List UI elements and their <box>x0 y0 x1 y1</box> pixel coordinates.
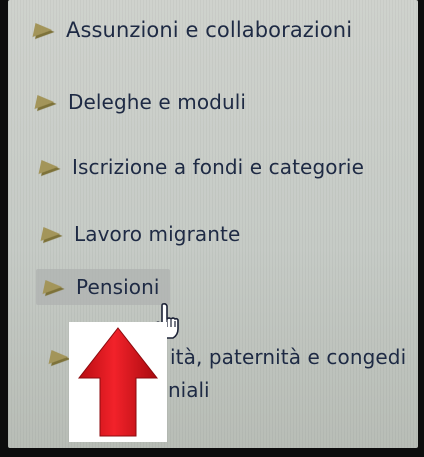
menu-item-label: ità, paternità e congedi <box>170 345 407 369</box>
menu-item-label: Assunzioni e collaborazioni <box>66 18 353 42</box>
screen: Assunzioni e collaborazioni Deleghe e mo… <box>8 0 418 448</box>
menu-item-label: Deleghe e moduli <box>68 90 247 114</box>
menu-item-deleghe[interactable]: Deleghe e moduli <box>36 90 246 114</box>
tag-icon <box>36 95 58 109</box>
menu-item-label-continuation: niali <box>168 378 210 402</box>
menu-item-assunzioni[interactable]: Assunzioni e collaborazioni <box>34 18 352 42</box>
highlight-overlay <box>69 322 167 442</box>
menu-item-pensioni[interactable]: Pensioni <box>36 269 170 305</box>
menu-item-label: Pensioni <box>76 275 160 299</box>
menu-item-label: Lavoro migrante <box>74 222 241 246</box>
menu-item-iscrizione[interactable]: Iscrizione a fondi e categorie <box>40 155 364 179</box>
tag-icon <box>44 280 66 294</box>
menu-item-label: Iscrizione a fondi e categorie <box>72 155 364 179</box>
up-arrow-icon <box>77 327 159 437</box>
menu-item-lavoro-migrante[interactable]: Lavoro migrante <box>42 222 240 246</box>
tag-icon <box>40 160 62 174</box>
tag-icon <box>42 227 64 241</box>
tag-icon <box>34 23 56 37</box>
